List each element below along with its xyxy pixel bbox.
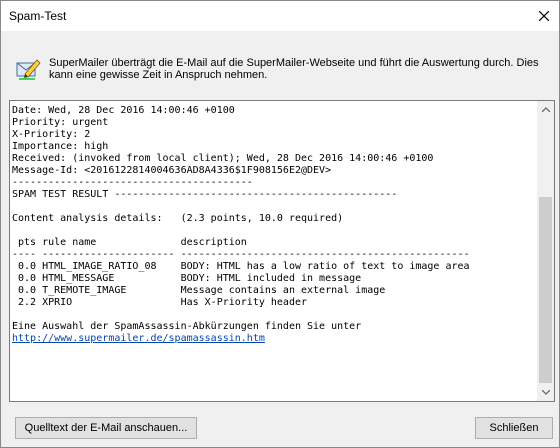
spam-test-dialog: Spam-Test SuperMailer überträgt die E-Ma… [0, 0, 560, 448]
report-line: X-Priority: 2 [12, 129, 91, 140]
view-source-button[interactable]: Quelltext der E-Mail anschauen... [15, 417, 197, 439]
report-line: http://www.supermailer.de/spamassassin.h… [12, 333, 536, 345]
report-line: Importance: high [12, 141, 109, 152]
report-line: Received: (invoked from local client); W… [12, 153, 434, 164]
report-line: pts rule name description [12, 237, 247, 248]
info-panel: SuperMailer überträgt die E-Mail auf die… [15, 51, 555, 91]
report-line: 0.0 T_REMOTE_IMAGE Message contains an e… [12, 285, 386, 296]
report-line: 2.2 XPRIO Has X-Priority header [12, 297, 308, 308]
report-line: Eine Auswahl der SpamAssassin-Abkürzunge… [12, 321, 362, 332]
report-line: 0.0 HTML_IMAGE_RATIO_08 BODY: HTML has a… [12, 261, 470, 272]
report-line: Date: Wed, 28 Dec 2016 14:00:46 +0100 [12, 105, 235, 116]
scroll-down-button[interactable] [537, 384, 554, 401]
report-line: Priority: urgent [12, 117, 109, 128]
envelope-edit-icon [16, 59, 41, 80]
report-line: ---------------------------------------- [12, 177, 253, 188]
close-icon [539, 11, 549, 21]
scrollbar-thumb[interactable] [539, 197, 552, 383]
vertical-scrollbar[interactable] [537, 101, 554, 401]
report-line [12, 201, 536, 213]
report-line: ---- ---------------------- ------------… [12, 249, 470, 260]
info-text: SuperMailer überträgt die E-Mail auf die… [49, 57, 539, 81]
scroll-up-button[interactable] [537, 101, 554, 118]
report-line [12, 225, 536, 237]
report-line: Content analysis details: (2.3 points, 1… [12, 213, 344, 224]
report-textbox[interactable]: Date: Wed, 28 Dec 2016 14:00:46 +0100 Pri… [9, 100, 555, 402]
chevron-up-icon [541, 107, 550, 112]
close-window-button[interactable] [529, 1, 559, 31]
report-line [12, 309, 536, 321]
window-title: Spam-Test [9, 9, 67, 23]
chevron-down-icon [541, 390, 550, 395]
close-button[interactable]: Schließen [475, 417, 553, 439]
report-line: 0.0 HTML_MESSAGE BODY: HTML included in … [12, 273, 362, 284]
report-line: SPAM TEST RESULT -----------------------… [12, 189, 398, 200]
report-line: Message-Id: <2016122814004636AD8A4336$1F… [12, 165, 332, 176]
spamassassin-link[interactable]: http://www.supermailer.de/spamassassin.h… [12, 333, 265, 344]
title-bar: Spam-Test [1, 1, 559, 31]
report-content: Date: Wed, 28 Dec 2016 14:00:46 +0100 Pri… [12, 105, 536, 399]
